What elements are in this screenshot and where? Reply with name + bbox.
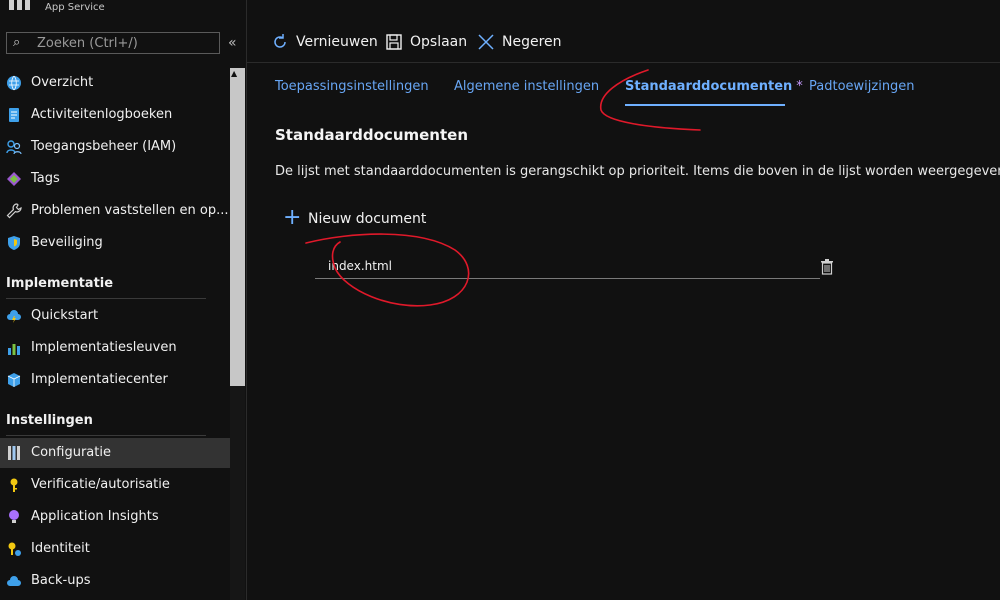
collapse-sidebar-icon[interactable]: « [228,35,237,51]
section-header-instellingen: Instellingen [6,413,93,428]
sidebar-item-overzicht[interactable]: Overzicht [0,68,230,98]
sidebar-item-toegangsbeheer[interactable]: Toegangsbeheer (IAM) [0,132,230,162]
section-title: Standaarddocumenten [275,126,469,144]
command-bar: Vernieuwen Opslaan Negeren [247,24,1000,63]
sidebar-item-label: Implementatiesleuven [31,340,177,355]
sidebar-item-implementatiesleuven[interactable]: Implementatiesleuven [0,333,230,363]
sidebar-item-quickstart[interactable]: Quickstart [0,301,230,331]
sidebar-item-label: Identiteit [31,541,90,556]
sidebar-item-tags[interactable]: Tags [0,164,230,194]
sidebar-item-configuratie[interactable]: Configuratie [0,438,230,468]
sidebar-item-label: Problemen vaststellen en op... [31,203,229,218]
sidebar-item-label: Application Insights [31,509,159,524]
section-divider [6,435,206,436]
save-icon [386,34,402,50]
backup-cloud-icon [7,576,21,586]
sidebar-item-label: Overzicht [31,75,94,90]
app-service-logo [9,0,33,10]
tag-icon [7,172,21,186]
sidebar-item-identiteit[interactable]: Identiteit [0,534,230,564]
search-placeholder: Zoeken (Ctrl+/) [37,36,138,51]
plus-icon: + [283,205,302,230]
tab-algemene-instellingen[interactable]: Algemene instellingen [454,79,599,95]
bulb-icon [9,510,19,523]
save-label: Opslaan [410,34,468,50]
search-icon: ⌕ [13,35,21,50]
app-subtitle: App Service [45,2,105,13]
section-header-implementatie: Implementatie [6,276,114,291]
cloud-lightning-icon [7,310,21,323]
sidebar-item-activiteitenlogboeken[interactable]: Activiteitenlogboeken [0,100,230,130]
save-button[interactable]: Opslaan [385,33,468,53]
sidebar-item-beveiliging[interactable]: Beveiliging [0,228,230,258]
sidebar-item-back-ups[interactable]: Back-ups [0,566,230,596]
identity-key-icon [8,542,21,556]
close-icon [478,34,494,50]
cube-icon [7,373,21,387]
log-icon [9,108,19,122]
search-input[interactable]: ⌕ Zoeken (Ctrl+/) [6,32,220,54]
key-icon [10,478,18,492]
section-divider [6,298,206,299]
scroll-up-icon[interactable]: ▲ [231,69,237,78]
document-value: index.html [328,259,392,273]
modified-indicator: * [796,79,803,94]
scrollbar-thumb[interactable] [230,68,245,386]
sidebar-item-application-insights[interactable]: Application Insights [0,502,230,532]
sidebar-item-label: Back-ups [31,573,91,588]
sidebar-item-label: Configuratie [31,445,111,460]
sidebar-item-label: Activiteitenlogboeken [31,107,173,122]
refresh-button[interactable]: Vernieuwen [271,33,378,53]
sidebar-item-label: Beveiliging [31,235,103,250]
tab-padtoewijzingen[interactable]: Padtoewijzingen [809,79,915,95]
sidebar-item-implementatiecenter[interactable]: Implementatiecenter [0,365,230,395]
tab-toepassingsinstellingen[interactable]: Toepassingsinstellingen [275,79,429,95]
sidebar: App Service ⌕ Zoeken (Ctrl+/) « Overzich… [0,0,247,600]
refresh-label: Vernieuwen [296,34,378,50]
section-description: De lijst met standaarddocumenten is gera… [275,164,1000,179]
slots-icon [8,344,20,355]
sidebar-item-label: Implementatiecenter [31,372,168,387]
sidebar-item-label: Verificatie/autorisatie [31,477,170,492]
app-header: App Service [0,0,246,22]
sliders-icon [8,446,20,460]
sidebar-item-label: Tags [31,171,60,186]
sidebar-item-verificatie[interactable]: Verificatie/autorisatie [0,470,230,500]
discard-label: Negeren [502,34,562,50]
new-document-label: Nieuw document [308,211,427,227]
tab-standaarddocumenten[interactable]: Standaarddocumenten * [625,79,803,95]
wrench-icon [6,203,22,219]
refresh-icon [274,34,286,48]
sidebar-item-problemen[interactable]: Problemen vaststellen en op... [0,196,230,226]
tab-label: Standaarddocumenten [625,79,793,94]
people-icon [6,140,22,155]
sidebar-item-label: Quickstart [31,308,99,323]
shield-icon [8,236,20,250]
document-input[interactable]: index.html [315,254,820,279]
active-tab-underline [625,104,785,106]
trash-icon[interactable] [820,259,834,275]
sidebar-item-label: Toegangsbeheer (IAM) [31,139,177,154]
globe-icon [7,75,21,91]
discard-button[interactable]: Negeren [477,33,567,53]
